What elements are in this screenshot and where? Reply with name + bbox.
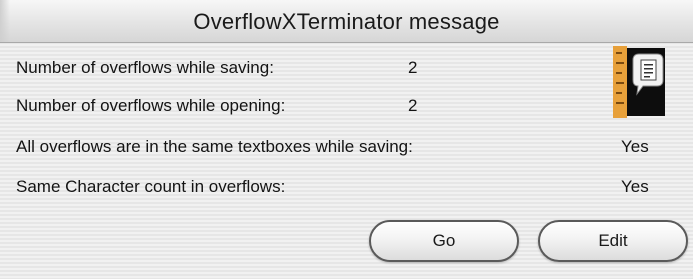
dialog-title: OverflowXTerminator message <box>193 9 500 34</box>
document-icon <box>613 46 665 118</box>
go-button[interactable]: Go <box>369 220 519 262</box>
same-character-count-value: Yes <box>621 177 649 196</box>
same-character-count-label: Same Character count in overflows: <box>16 177 286 196</box>
same-textboxes-value: Yes <box>621 137 649 156</box>
edit-button[interactable]: Edit <box>538 220 688 262</box>
overflows-saving-value: 2 <box>408 58 418 77</box>
overflows-saving-label: Number of overflows while saving: <box>16 58 274 77</box>
overflow-message-dialog: OverflowXTerminator message Number of ov… <box>0 0 693 279</box>
same-textboxes-label: All overflows are in the same textboxes … <box>16 137 413 156</box>
title-bar[interactable]: OverflowXTerminator message <box>0 0 693 43</box>
overflows-opening-label: Number of overflows while opening: <box>16 96 286 115</box>
overflows-opening-value: 2 <box>408 96 418 115</box>
